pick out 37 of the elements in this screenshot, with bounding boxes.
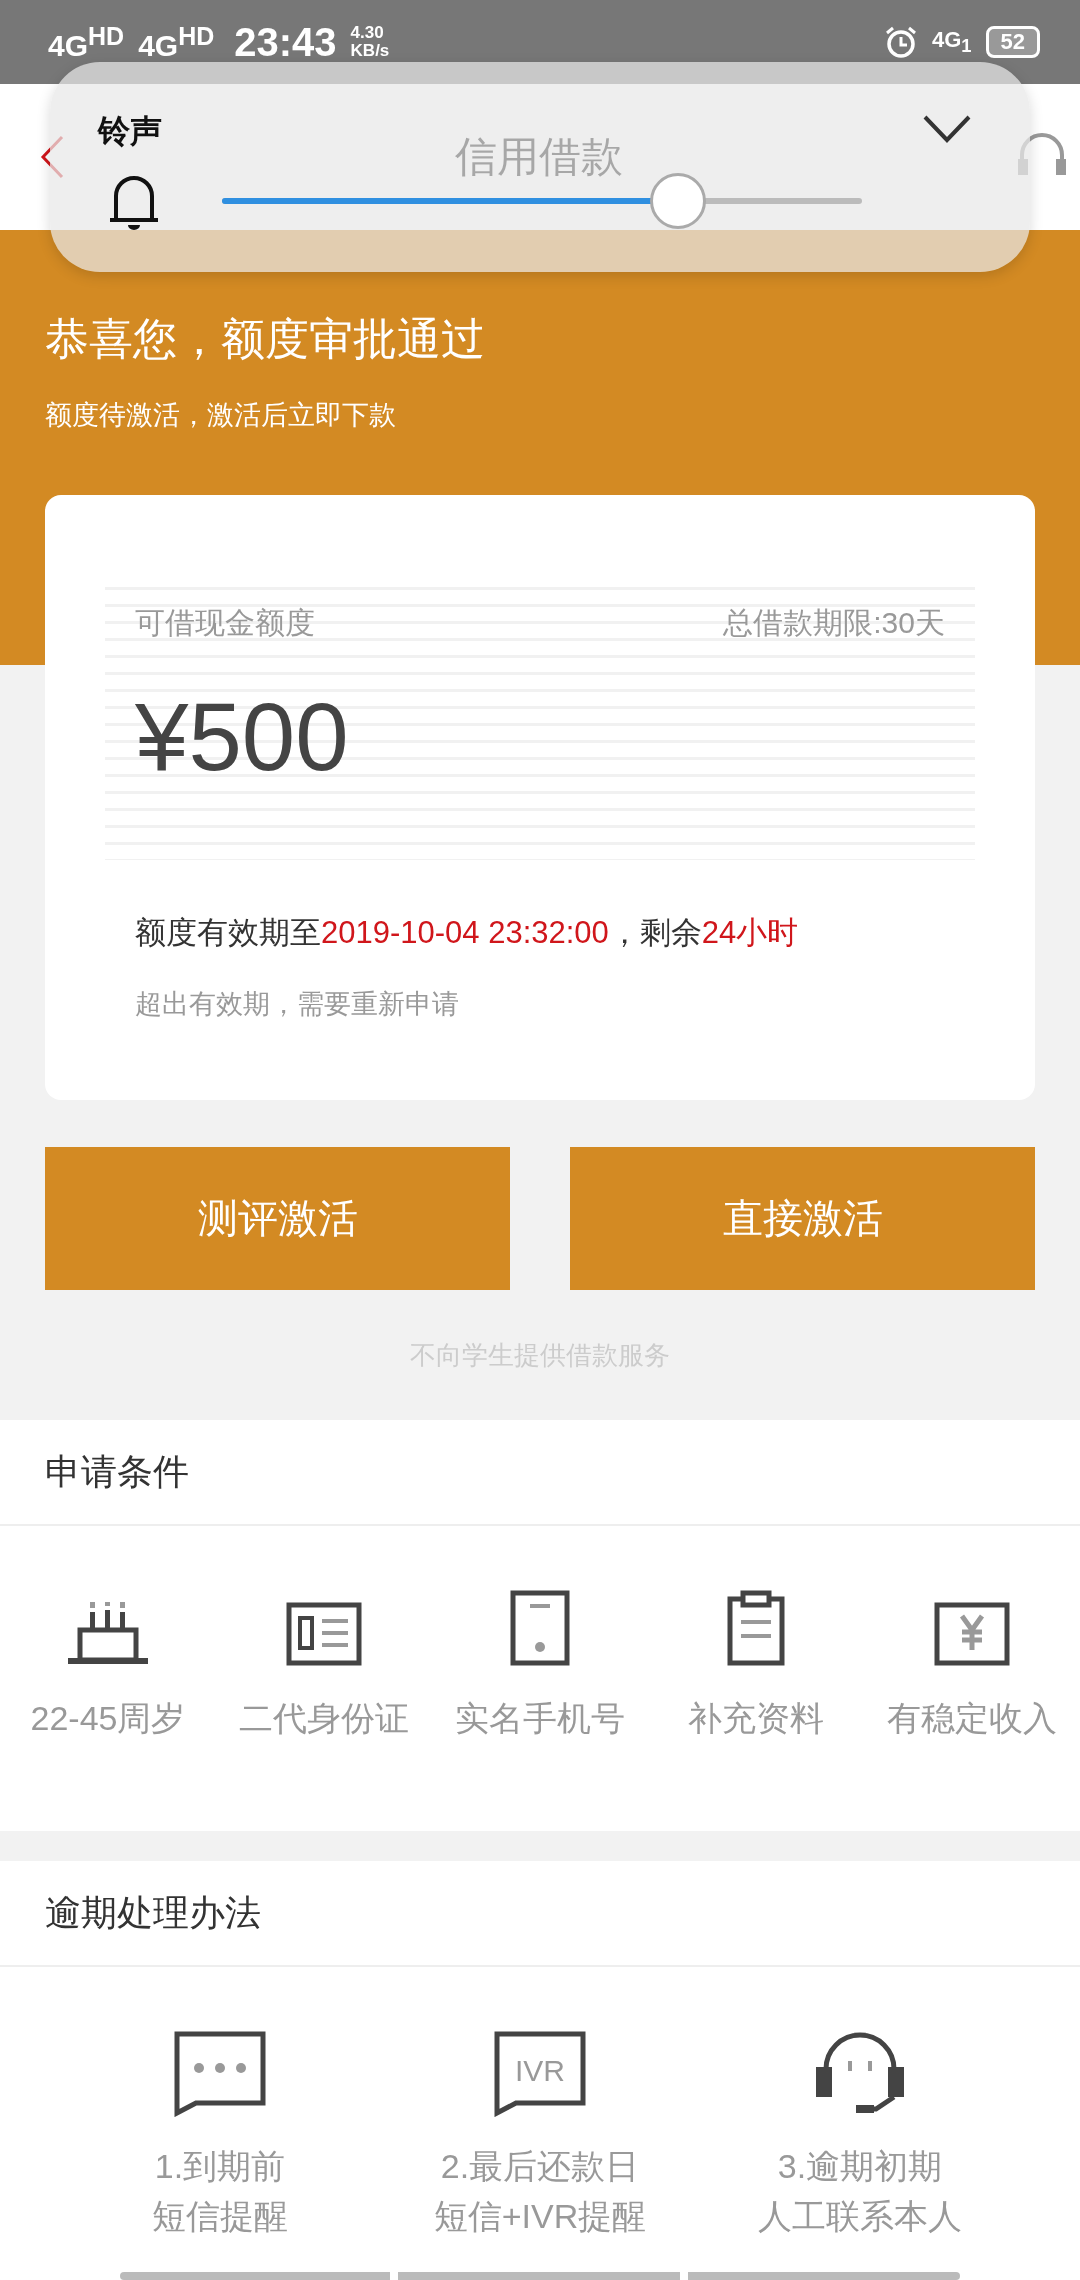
credit-amount: ¥500 [135,682,350,792]
condition-label: 实名手机号 [455,1698,625,1739]
step-label: 3.逾期初期 人工联系本人 [758,2146,962,2237]
section-title: 申请条件 [0,1420,1080,1526]
activate-button[interactable]: 测评激活 [45,1147,510,1290]
chevron-down-icon[interactable] [922,114,972,144]
network-signal-text: 4G$^{HD}$ [48,21,125,63]
network-signal-text: 4G$_{1}$ [931,26,972,58]
clipboard-icon [727,1590,785,1666]
approval-title: 恭喜您，额度审批通过 [45,313,486,365]
activate-button[interactable]: 直接激活 [570,1147,1035,1290]
amount-label: 可借现金额度 [135,605,315,641]
volume-label: 铃声 [98,112,162,151]
validity-text: 额度有效期至2019-10-04 23:32:00，剩余24小时 [135,914,800,952]
condition-label: 补充资料 [688,1698,824,1739]
battery-level: 52 [985,26,1040,58]
section-title: 逾期处理办法 [0,1861,1080,1967]
condition-label: 22-45周岁 [30,1698,186,1739]
cash-icon [934,1602,1010,1666]
loan-term: 总借款期限:30天 [723,605,945,641]
id-card-icon [286,1602,362,1666]
approval-subtitle: 额度待激活，激活后立即下款 [45,399,397,432]
phone-icon [510,1590,570,1666]
step-label: 1.到期前 短信提醒 [152,2146,288,2237]
expiry-note: 超出有效期，需要重新申请 [135,988,460,1021]
network-speed: KB/s [350,42,390,60]
step-label: 2.最后还款日 短信+IVR提醒 [433,2146,647,2237]
cake-icon [68,1602,148,1666]
speech-bubble-icon: IVR [494,2031,586,2117]
condition-label: 有稳定收入 [887,1698,1057,1739]
alarm-icon [883,25,918,59]
network-signal-text: 4G$^{HD}$ [138,21,215,63]
page-title: 信用借款 [455,132,623,182]
clock-time: 23:43 [234,19,337,65]
message-icon [174,2031,266,2117]
condition-label: 二代身份证 [239,1698,409,1739]
network-speed: 4.30 [350,24,385,42]
